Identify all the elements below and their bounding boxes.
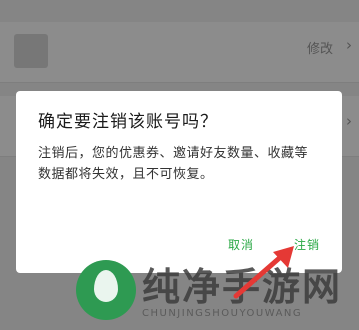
leaf-icon [94,270,118,302]
dialog-title: 确定要注销该账号吗？ [38,112,218,132]
arrow-head [273,246,294,268]
red-arrow-icon [233,246,294,299]
logo-icon [76,260,136,320]
watermark-subtext: CHUNJINGSHOUYOUWANG [142,308,303,319]
arrow-shaft [233,251,287,299]
dialog-message: 注销后，您的优惠券、邀请好友数量、收藏等数据都将失效，且不可恢复。 [38,146,309,182]
